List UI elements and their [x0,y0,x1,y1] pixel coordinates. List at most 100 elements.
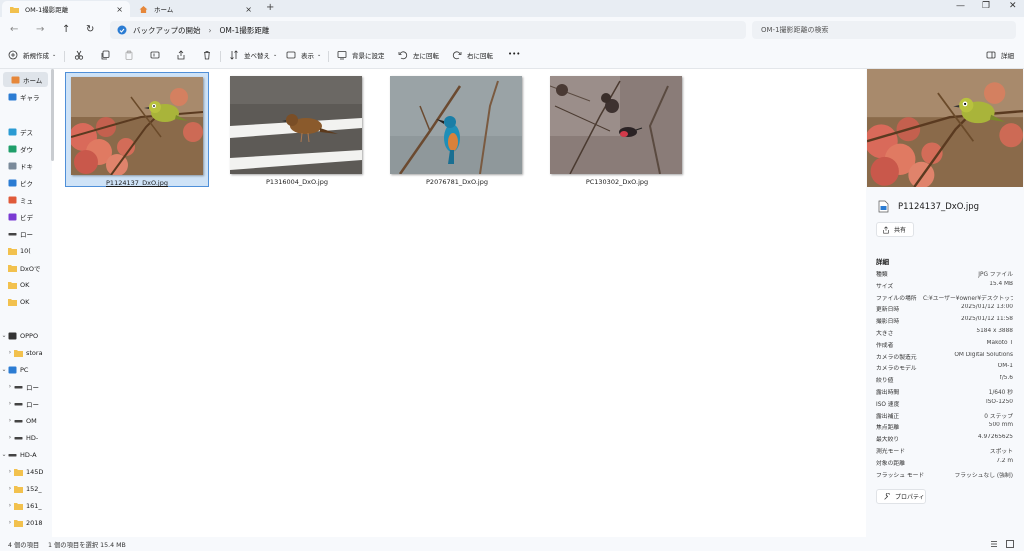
chevron-right-icon[interactable]: › [6,349,14,356]
chevron-right-icon[interactable]: › [6,502,14,509]
sidebar-item[interactable]: OK [0,294,48,309]
chevron-right-icon[interactable]: › [6,383,14,390]
tab-home[interactable]: ホーム × [131,1,259,17]
share-button[interactable]: 共有 [876,222,914,237]
rotate-right-label: 右に回転 [467,52,493,60]
rotate-right-button[interactable]: 右に回転 [452,50,493,60]
sidebar-item[interactable]: ピク [0,175,48,190]
search-input[interactable]: OM-1撮影距離の検索 [752,21,1016,39]
sidebar-item-label: stora [26,348,43,357]
maximize-button[interactable]: ❐ [982,1,990,11]
chevron-right-icon[interactable]: › [6,400,14,407]
detail-row: カメラのモデル OM-1 [876,363,1013,375]
paste-icon [125,50,133,60]
sidebar-item[interactable]: ⌄ PC [0,362,48,377]
sidebar-item[interactable]: ホーム [3,72,48,87]
command-bar: 新規作成 ⌄ 並べ替え ⌄ 表示 ⌄ 背景に設定 左に回転 右に回転 ••• 詳… [0,44,1024,69]
sidebar-scrollbar[interactable] [51,69,54,161]
divider [64,51,65,62]
new-tab-button[interactable]: + [266,2,274,13]
detail-value: C:¥ユーザー¥owner¥デスクトップ¥... [923,295,1013,302]
sidebar-item-label: 161_ [26,501,42,510]
file-item[interactable]: P1124137_DxO.jpg [65,72,209,187]
properties-button[interactable]: プロパティ [876,489,926,504]
tab-om1[interactable]: OM-1撮影距離 × [2,1,130,17]
detail-value: Makoto T [986,339,1013,346]
chevron-down-icon[interactable]: ⌄ [0,332,8,339]
rename-button[interactable] [150,50,165,60]
forward-button[interactable]: → [36,24,44,35]
sidebar-item[interactable]: ドキ [0,158,48,173]
sidebar-item[interactable]: › 2018 [0,515,48,530]
close-button[interactable]: ✕ [1009,1,1017,11]
sidebar-item[interactable]: ギャラ [0,89,48,104]
sidebar-item[interactable]: › OM [0,413,48,428]
sidebar-item[interactable]: ミュ [0,192,48,207]
grid-view-icon[interactable] [1006,540,1014,548]
sidebar-item-label: 152_ [26,484,42,493]
paste-button[interactable] [124,50,139,60]
breadcrumb-current[interactable]: OM-1撮影距離 [220,25,270,36]
rotate-left-button[interactable]: 左に回転 [398,50,439,60]
sidebar-item[interactable]: › ロー [0,396,48,411]
folder-icon [14,468,23,476]
folder-icon [8,247,17,255]
detail-value: 5184 x 3888 [976,328,1013,334]
home-icon [139,5,148,13]
more-button[interactable]: ••• [508,50,520,58]
sidebar-item[interactable]: › 161_ [0,498,48,513]
chevron-right-icon[interactable]: › [6,485,14,492]
close-icon[interactable]: × [245,5,252,14]
sidebar-item[interactable]: デス [0,124,48,139]
details-pane: P1124137_DxO.jpg 共有 詳細 種類 JPG ファイル サイズ 15.4… [866,69,1024,537]
sidebar-item[interactable]: › 152_ [0,481,48,496]
sidebar-item[interactable]: ダウ [0,141,48,156]
detail-row: カメラの製造元 OM Digital Solutions [876,352,1013,364]
chevron-right-icon[interactable]: › [6,468,14,475]
view-button[interactable]: 表示 ⌄ [286,50,321,60]
chevron-right-icon[interactable]: › [6,417,14,424]
sidebar-item[interactable]: › ロー [0,379,48,394]
sidebar-item-label: ロー [26,383,39,392]
minimize-button[interactable]: — [956,1,965,11]
sidebar-item[interactable]: › 145D [0,464,48,479]
up-button[interactable]: ↑ [62,24,70,35]
chevron-right-icon[interactable]: › [6,519,14,526]
refresh-button[interactable]: ↻ [86,24,94,35]
trash-icon [204,51,210,60]
new-button[interactable]: 新規作成 ⌄ [8,50,56,60]
sidebar-item[interactable]: ビデ [0,209,48,224]
copy-button[interactable] [100,50,115,60]
sidebar-item[interactable]: OK [0,277,48,292]
details-pane-button[interactable]: 詳細 [986,50,1014,60]
sidebar-item[interactable]: › stora [0,345,48,360]
sidebar-item-label: ホーム [23,76,43,85]
sidebar-item[interactable]: ⌄ HD-A [0,447,48,462]
details-label: 詳細 [1001,52,1014,60]
sidebar-item[interactable]: ロー [0,226,48,241]
woodpecker-bird-photo [550,76,682,174]
detail-key: 測光モード [876,449,905,455]
file-item[interactable]: PC130302_DxO.jpg [545,72,689,187]
file-item[interactable]: P1316004_DxO.jpg [225,72,369,187]
sidebar-item[interactable]: › HD- [0,430,48,445]
chevron-down-icon[interactable]: ⌄ [0,366,8,373]
share-button[interactable] [176,50,191,60]
sidebar-item[interactable]: ⌄ OPPO [0,328,48,343]
set-background-button[interactable]: 背景に設定 [337,50,385,60]
sort-button[interactable]: 並べ替え ⌄ [229,50,277,60]
breadcrumb[interactable]: バックアップの開始 › OM-1撮影距離 [110,21,746,39]
cut-button[interactable] [74,50,89,60]
delete-button[interactable] [202,50,217,60]
chevron-right-icon[interactable]: › [6,434,14,441]
plus-circle-icon [8,50,18,60]
chevron-down-icon[interactable]: ⌄ [0,451,8,458]
close-icon[interactable]: × [116,5,123,14]
back-button[interactable]: ← [10,24,18,35]
sidebar-item[interactable]: 10( [0,243,48,258]
file-item[interactable]: P2076781_DxO.jpg [385,72,529,187]
sidebar-item[interactable]: DxOで [0,260,48,275]
detail-row: 露出時間 1/640 秒 [876,387,1013,399]
breadcrumb-backup[interactable]: バックアップの開始 [133,25,201,36]
list-view-icon[interactable] [990,540,998,548]
